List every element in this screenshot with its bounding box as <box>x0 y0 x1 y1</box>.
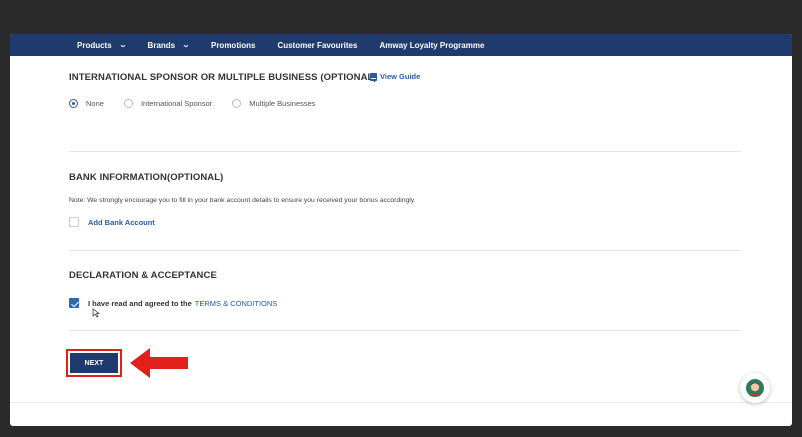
nav-item-products[interactable]: Products ⌄ <box>77 40 127 50</box>
nav-item-brands[interactable]: Brands ⌄ <box>147 40 191 50</box>
nav-item-label: Customer Favourites <box>277 40 358 50</box>
chat-avatar-icon <box>746 379 764 397</box>
main-nav: Products ⌄ Brands ⌄ Promotions Customer … <box>10 34 792 56</box>
radio-none[interactable]: None <box>69 99 104 108</box>
add-bank-account-row[interactable]: Add Bank Account <box>69 217 155 227</box>
nav-item-loyalty-programme[interactable]: Amway Loyalty Programme <box>379 41 484 50</box>
radio-unselected-icon[interactable] <box>123 99 133 108</box>
agree-terms-checkbox[interactable] <box>69 298 79 308</box>
bank-note: Note: We strongly encourage you to fill … <box>69 197 416 204</box>
radio-multiple-businesses[interactable]: Multiple Businesses <box>232 99 316 108</box>
bank-section-title: BANK INFORMATION(OPTIONAL) <box>69 172 224 183</box>
view-guide-label: View Guide <box>380 72 421 81</box>
radio-label: None <box>86 99 104 108</box>
next-button[interactable]: NEXT <box>70 353 118 373</box>
nav-item-promotions[interactable]: Promotions <box>211 41 255 50</box>
mouse-cursor-icon <box>92 308 100 318</box>
book-icon <box>370 72 377 81</box>
radio-label: International Sponsor <box>140 99 213 108</box>
section-divider <box>69 151 741 152</box>
chat-assistant-button[interactable] <box>740 373 770 403</box>
chevron-down-icon: ⌄ <box>181 42 191 49</box>
add-bank-checkbox[interactable] <box>69 217 79 227</box>
radio-unselected-icon[interactable] <box>232 99 242 108</box>
nav-item-customer-favourites[interactable]: Customer Favourites <box>277 41 357 50</box>
view-guide-link[interactable]: View Guide <box>370 72 420 81</box>
declaration-section-title: DECLARATION & ACCEPTANCE <box>69 270 217 281</box>
section-divider <box>69 250 741 251</box>
page-frame: Products ⌄ Brands ⌄ Promotions Customer … <box>10 34 792 426</box>
next-button-highlight: NEXT <box>66 349 122 377</box>
nav-item-label: Brands <box>147 40 176 50</box>
radio-international-sponsor[interactable]: International Sponsor <box>123 99 213 108</box>
agree-terms-row[interactable]: I have read and agreed to the TERMS & CO… <box>69 298 277 308</box>
nav-item-label: Promotions <box>210 40 256 50</box>
agree-text: I have read and agreed to the <box>88 298 192 308</box>
terms-conditions-link[interactable]: TERMS & CONDITIONS <box>195 299 278 308</box>
sponsor-section-title: INTERNATIONAL SPONSOR OR MULTIPLE BUSINE… <box>69 72 377 83</box>
nav-item-label: Amway Loyalty Programme <box>379 40 485 50</box>
nav-item-label: Products <box>77 40 112 50</box>
add-bank-account-label[interactable]: Add Bank Account <box>88 218 155 227</box>
footer-divider <box>10 402 792 403</box>
radio-label: Multiple Businesses <box>249 99 316 108</box>
browser-top-bar <box>0 0 802 34</box>
radio-selected-icon[interactable] <box>69 99 78 108</box>
chevron-down-icon: ⌄ <box>118 42 127 49</box>
section-divider <box>69 330 741 331</box>
red-arrow-icon <box>130 348 188 378</box>
sponsor-radio-group: None International Sponsor Multiple Busi… <box>69 99 336 108</box>
